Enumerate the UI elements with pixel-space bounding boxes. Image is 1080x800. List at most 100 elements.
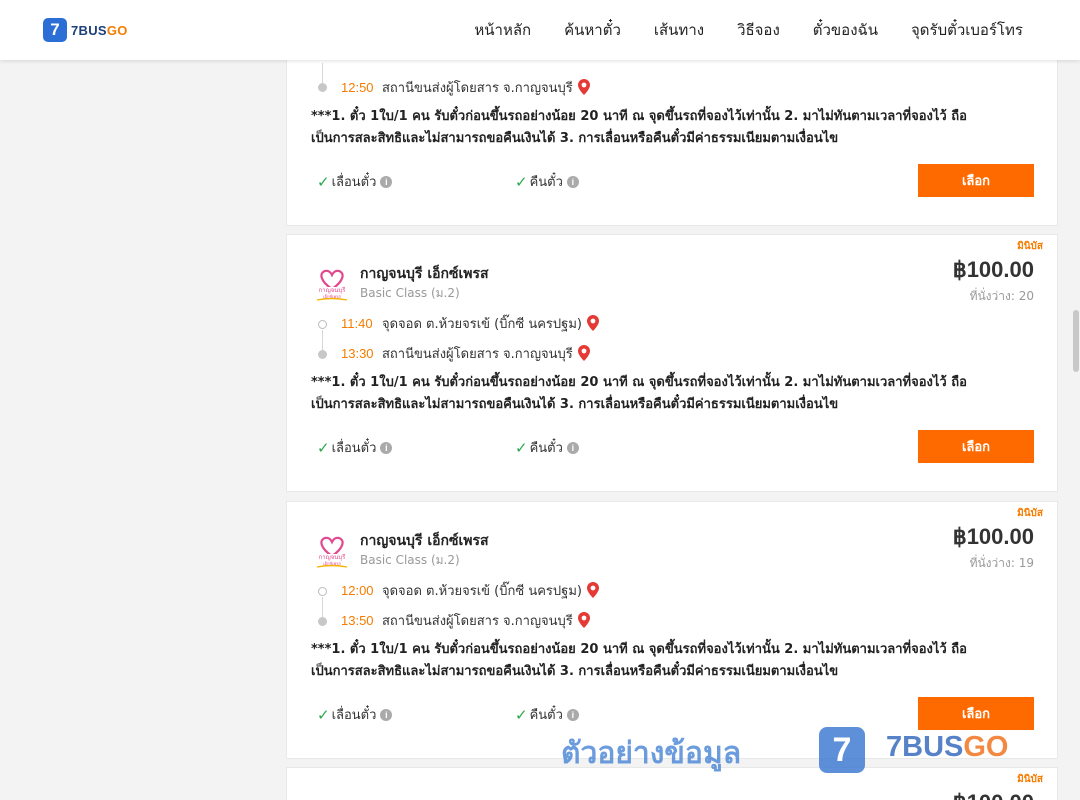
map-pin-icon[interactable] bbox=[577, 79, 590, 95]
info-icon[interactable]: i bbox=[566, 175, 579, 188]
page-scrollbar[interactable] bbox=[1072, 60, 1080, 800]
map-pin-icon[interactable] bbox=[586, 315, 599, 331]
check-icon: ✓ bbox=[317, 705, 330, 724]
logo-text-main: 7BUS bbox=[71, 22, 107, 38]
ticket-price: ฿100.00 bbox=[952, 257, 1034, 282]
logo-badge: 7 bbox=[43, 18, 67, 42]
trip-card: มินิบัส กาญจนบุรี เอ็กซ์เพรส กาญจนบุรี เ… bbox=[286, 234, 1058, 492]
nav-pickup-points[interactable]: จุดรับตั๋วเบอร์โทร bbox=[911, 18, 1023, 42]
notice-line-1: ***1. ตั๋ว 1ใบ/1 คน รับตั๋วก่อนขึ้นรถอย่… bbox=[311, 642, 967, 657]
arrive-time: 13:30 bbox=[341, 345, 374, 361]
bus-type-tag: มินิบัส bbox=[1017, 774, 1043, 785]
depart-stop: 12:00 จุดจอด ต.ห้วยจรเข้ (บิ๊กซี นครปฐม) bbox=[341, 580, 599, 600]
depart-time: 11:40 bbox=[341, 315, 373, 331]
select-button[interactable]: เลือก bbox=[918, 164, 1034, 197]
arrive-dot bbox=[318, 617, 327, 626]
notice-line-1: ***1. ตั๋ว 1ใบ/1 คน รับตั๋วก่อนขึ้นรถอย่… bbox=[311, 375, 967, 390]
depart-stop: 11:40 จุดจอด ต.ห้วยจรเข้ (บิ๊กซี นครปฐม) bbox=[341, 313, 599, 333]
watermark-logo-badge: 7 bbox=[819, 727, 865, 773]
check-icon: ✓ bbox=[317, 172, 330, 191]
arrive-stop: 12:50 สถานีขนส่งผู้โดยสาร จ.กาญจนบุรี bbox=[341, 77, 590, 97]
nav-my-tickets[interactable]: ตั๋วของฉัน bbox=[813, 18, 878, 42]
map-pin-icon[interactable] bbox=[586, 582, 599, 598]
svg-text:กาญจนบุรี: กาญจนบุรี bbox=[319, 286, 347, 294]
depart-place: จุดจอด ต.ห้วยจรเข้ (บิ๊กซี นครปฐม) bbox=[382, 316, 582, 332]
refund-label: คืนตั๋ว bbox=[529, 708, 563, 723]
seats-available: ที่นั่งว่าง: 19 bbox=[969, 556, 1034, 570]
main-nav: หน้าหลัก ค้นหาตั๋ว เส้นทาง วิธีจอง ตั๋วข… bbox=[441, 0, 1023, 60]
info-icon[interactable]: i bbox=[380, 708, 393, 721]
watermark-text: ตัวอย่างข้อมูล bbox=[561, 736, 742, 771]
route-line bbox=[322, 330, 323, 350]
trip-notice: ***1. ตั๋ว 1ใบ/1 คน รับตั๋วก่อนขึ้นรถอย่… bbox=[311, 106, 1011, 150]
depart-dot bbox=[318, 587, 327, 596]
refund-label: คืนตั๋ว bbox=[529, 441, 563, 456]
nav-how-to-book[interactable]: วิธีจอง bbox=[737, 18, 780, 42]
reschedule-label: เลื่อนตั๋ว bbox=[331, 175, 377, 190]
ticket-price: ฿100.00 bbox=[953, 790, 1034, 800]
reschedule-feature: ✓ เลื่อนตั๋ว i bbox=[317, 704, 393, 725]
site-logo[interactable]: 7 7BUSGO bbox=[43, 18, 128, 42]
trip-notice: ***1. ตั๋ว 1ใบ/1 คน รับตั๋วก่อนขึ้นรถอย่… bbox=[311, 372, 1011, 416]
select-button[interactable]: เลือก bbox=[918, 430, 1034, 463]
check-icon: ✓ bbox=[515, 705, 528, 724]
select-button[interactable]: เลือก bbox=[918, 697, 1034, 730]
nav-home[interactable]: หน้าหลัก bbox=[474, 18, 531, 42]
check-icon: ✓ bbox=[515, 438, 528, 457]
info-icon[interactable]: i bbox=[566, 708, 579, 721]
notice-line-2: เป็นการสละสิทธิและไม่สามารถขอคืนเงินได้ … bbox=[311, 397, 839, 412]
watermark-brand-main: 7BUS bbox=[886, 731, 964, 763]
nav-routes[interactable]: เส้นทาง bbox=[654, 18, 704, 42]
bus-class: Basic Class (ม.2) bbox=[360, 553, 460, 567]
info-icon[interactable]: i bbox=[380, 441, 393, 454]
check-icon: ✓ bbox=[515, 172, 528, 191]
arrive-place: สถานีขนส่งผู้โดยสาร จ.กาญจนบุรี bbox=[382, 613, 573, 629]
bus-type-tag: มินิบัส bbox=[1017, 241, 1043, 252]
scroll-thumb[interactable] bbox=[1073, 310, 1079, 372]
operator-name: กาญจนบุรี เอ็กซ์เพรส bbox=[360, 266, 489, 282]
refund-feature: ✓ คืนตั๋ว i bbox=[515, 704, 579, 725]
reschedule-label: เลื่อนตั๋ว bbox=[331, 708, 377, 723]
bus-type-tag: มินิบัส bbox=[1017, 508, 1043, 519]
info-icon[interactable]: i bbox=[566, 441, 579, 454]
reschedule-feature: ✓ เลื่อนตั๋ว i bbox=[317, 171, 393, 192]
arrive-place: สถานีขนส่งผู้โดยสาร จ.กาญจนบุรี bbox=[382, 80, 573, 96]
map-pin-icon[interactable] bbox=[577, 612, 590, 628]
arrive-stop: 13:30 สถานีขนส่งผู้โดยสาร จ.กาญจนบุรี bbox=[341, 343, 590, 363]
operator-logo: กาญจนบุรี เอ็กซ์เพรส bbox=[316, 536, 348, 568]
bus-class: Basic Class (ม.2) bbox=[360, 286, 460, 300]
depart-dot bbox=[318, 320, 327, 329]
refund-feature: ✓ คืนตั๋ว i bbox=[515, 437, 579, 458]
seats-available: ที่นั่งว่าง: 20 bbox=[969, 289, 1034, 303]
logo-text: 7BUSGO bbox=[71, 23, 128, 38]
refund-feature: ✓ คืนตั๋ว i bbox=[515, 171, 579, 192]
reschedule-feature: ✓ เลื่อนตั๋ว i bbox=[317, 437, 393, 458]
nav-search-tickets[interactable]: ค้นหาตั๋ว bbox=[564, 18, 621, 42]
refund-label: คืนตั๋ว bbox=[529, 175, 563, 190]
watermark-brand-accent: GO bbox=[963, 731, 1009, 763]
notice-line-1: ***1. ตั๋ว 1ใบ/1 คน รับตั๋วก่อนขึ้นรถอย่… bbox=[311, 109, 967, 124]
watermark-brand: 7BUSGO bbox=[886, 731, 1008, 764]
notice-line-2: เป็นการสละสิทธิและไม่สามารถขอคืนเงินได้ … bbox=[311, 664, 839, 679]
info-icon[interactable]: i bbox=[380, 175, 393, 188]
map-pin-icon[interactable] bbox=[577, 345, 590, 361]
depart-time: 12:00 bbox=[341, 582, 374, 598]
reschedule-label: เลื่อนตั๋ว bbox=[331, 441, 377, 456]
arrive-place: สถานีขนส่งผู้โดยสาร จ.กาญจนบุรี bbox=[382, 346, 573, 362]
arrive-dot bbox=[318, 83, 327, 92]
trip-notice: ***1. ตั๋ว 1ใบ/1 คน รับตั๋วก่อนขึ้นรถอย่… bbox=[311, 639, 1011, 683]
route-line bbox=[322, 597, 323, 617]
ticket-price: ฿100.00 bbox=[952, 524, 1034, 549]
arrive-dot bbox=[318, 350, 327, 359]
operator-name: กาญจนบุรี เอ็กซ์เพรส bbox=[360, 533, 489, 549]
arrive-time: 12:50 bbox=[341, 79, 374, 95]
trip-card: มินิบัส กาญจนบุรี เอ็กซ์เพรส กาญจนบุรี เ… bbox=[286, 501, 1058, 759]
depart-place: จุดจอด ต.ห้วยจรเข้ (บิ๊กซี นครปฐม) bbox=[382, 583, 582, 599]
arrive-stop: 13:50 สถานีขนส่งผู้โดยสาร จ.กาญจนบุรี bbox=[341, 610, 590, 630]
notice-line-2: เป็นการสละสิทธิและไม่สามารถขอคืนเงินได้ … bbox=[311, 131, 839, 146]
trip-card-partial: 12:50 สถานีขนส่งผู้โดยสาร จ.กาญจนบุรี **… bbox=[286, 38, 1058, 226]
arrive-time: 13:50 bbox=[341, 612, 374, 628]
svg-text:กาญจนบุรี: กาญจนบุรี bbox=[319, 553, 347, 561]
top-header: 7 7BUSGO หน้าหลัก ค้นหาตั๋ว เส้นทาง วิธี… bbox=[0, 0, 1080, 60]
logo-text-accent: GO bbox=[106, 22, 128, 38]
